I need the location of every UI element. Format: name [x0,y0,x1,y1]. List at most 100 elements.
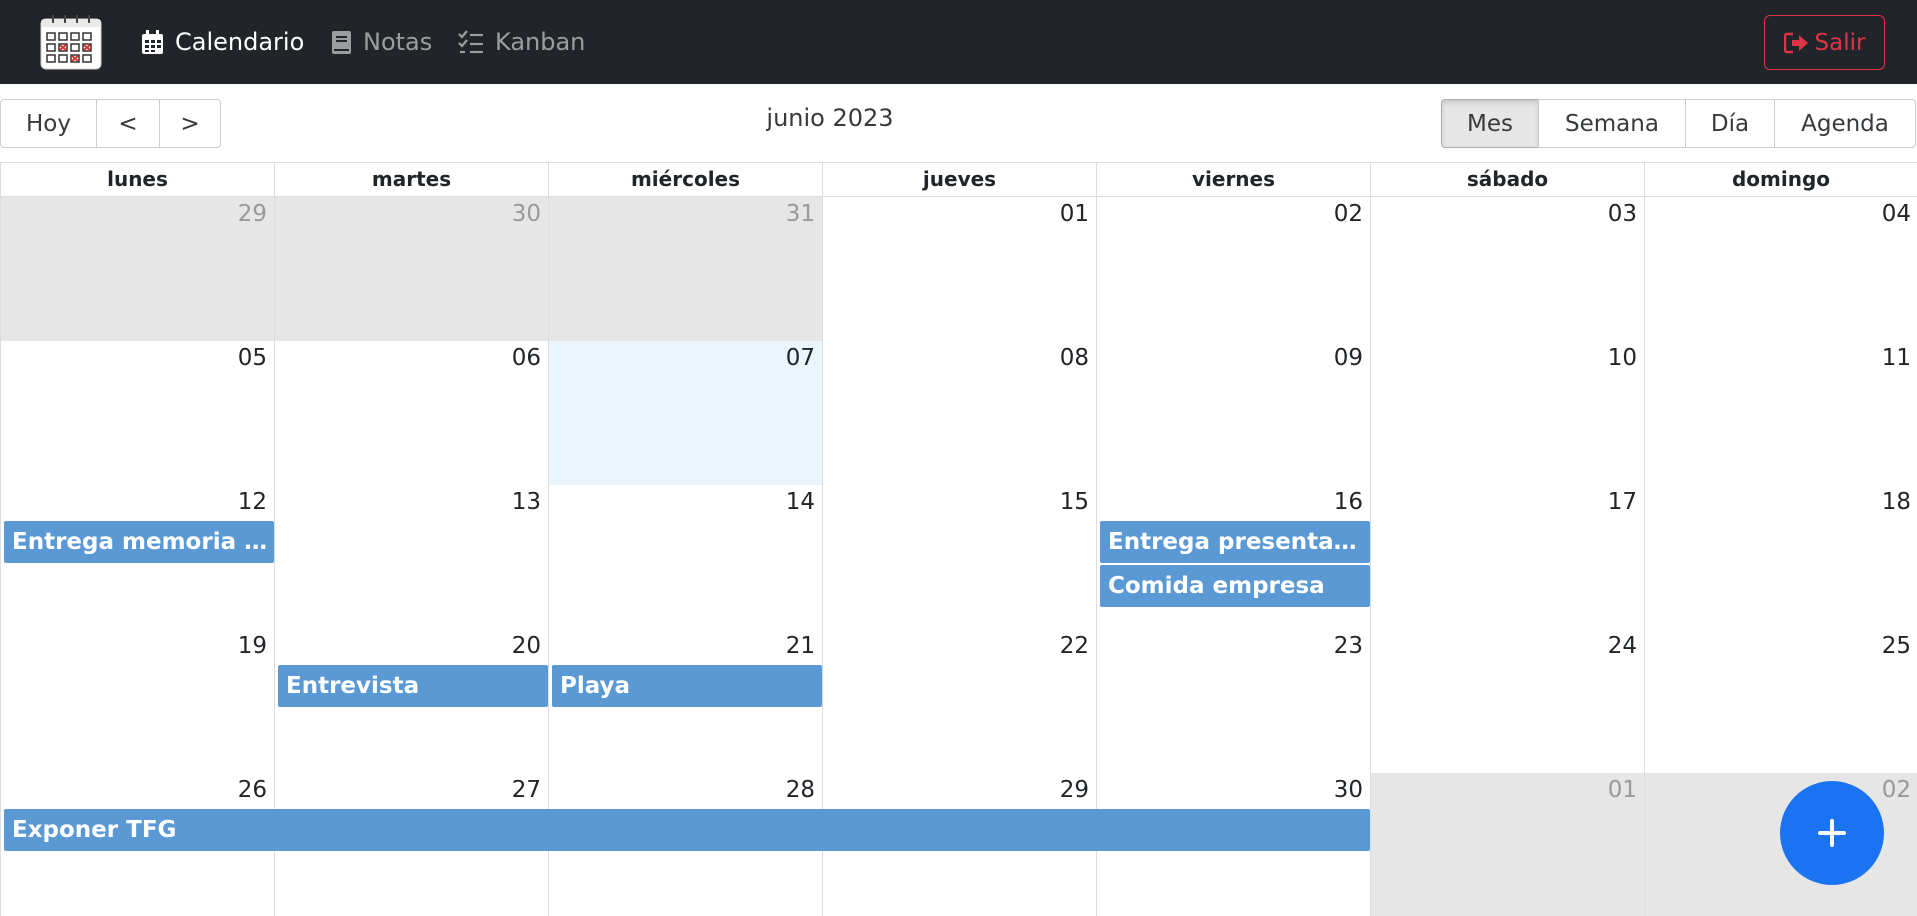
day-cell[interactable]: 14 [549,485,823,629]
day-cell[interactable]: 11 [1645,341,1917,485]
logout-button[interactable]: Salir [1764,15,1885,70]
date-number[interactable]: 08 [823,345,1093,371]
day-cell[interactable]: 04 [1645,197,1917,341]
day-cell[interactable]: 06 [275,341,549,485]
week-row: 05 06 07 08 09 10 11 [1,341,1917,485]
date-number[interactable]: 07 [549,345,819,371]
checklist-icon [458,30,483,54]
day-cell[interactable]: 01 [1371,773,1645,916]
date-number[interactable]: 30 [275,201,545,227]
week-row: 19 20 21 22 23 24 25 Entrevista Playa [1,629,1917,773]
date-number[interactable]: 22 [823,633,1093,659]
event-comida-empresa[interactable]: Comida empresa [1100,565,1370,607]
week-row: 12 13 14 15 16 17 18 Entrega memoria TFG… [1,485,1917,629]
date-number[interactable]: 14 [549,489,819,515]
previous-button[interactable]: < [96,99,160,148]
day-cell[interactable]: 10 [1371,341,1645,485]
date-number[interactable]: 24 [1371,633,1641,659]
date-number[interactable]: 06 [275,345,545,371]
date-number[interactable]: 11 [1645,345,1915,371]
date-number[interactable]: 18 [1645,489,1915,515]
event-entrevista[interactable]: Entrevista [278,665,548,707]
weekday-header: lunes martes miércoles jueves viernes sá… [1,163,1917,197]
date-number[interactable]: 02 [1097,201,1367,227]
next-button[interactable]: > [159,99,221,148]
day-cell[interactable]: 24 [1371,629,1645,773]
day-cell[interactable]: 22 [823,629,1097,773]
day-cell[interactable]: 05 [1,341,275,485]
view-agenda-button[interactable]: Agenda [1774,99,1916,148]
date-number[interactable]: 12 [1,489,271,515]
date-number[interactable]: 25 [1645,633,1915,659]
nav-link-calendario[interactable]: Calendario [141,26,304,58]
view-day-button[interactable]: Día [1685,99,1775,148]
day-cell[interactable]: 18 [1645,485,1917,629]
date-number[interactable]: 30 [1097,777,1367,803]
calendar-icon [142,29,163,54]
day-cell[interactable]: 30 [275,197,549,341]
date-number[interactable]: 29 [823,777,1093,803]
date-number[interactable]: 27 [275,777,545,803]
date-number[interactable]: 16 [1097,489,1367,515]
date-number[interactable]: 29 [1,201,271,227]
app-logo-calendar-icon[interactable] [37,13,105,71]
day-cell[interactable]: 15 [823,485,1097,629]
view-week-button[interactable]: Semana [1538,99,1686,148]
day-cell[interactable]: 25 [1645,629,1917,773]
day-cell[interactable]: 01 [823,197,1097,341]
date-number[interactable]: 19 [1,633,271,659]
weekday-header-cell: domingo [1645,163,1917,197]
weekday-header-cell: miércoles [549,163,823,197]
logout-label: Salir [1814,29,1866,56]
date-number[interactable]: 04 [1645,201,1915,227]
day-cell[interactable]: 13 [275,485,549,629]
nav-link-label: Calendario [175,28,305,56]
day-cell[interactable]: 29 [1,197,275,341]
day-cell[interactable]: 03 [1371,197,1645,341]
date-number[interactable]: 20 [275,633,545,659]
book-icon [332,30,351,54]
day-cell[interactable]: 19 [1,629,275,773]
date-number[interactable]: 23 [1097,633,1367,659]
weekday-header-cell: lunes [1,163,275,197]
date-number[interactable]: 17 [1371,489,1641,515]
view-month-button[interactable]: Mes [1441,99,1539,148]
date-number[interactable]: 26 [1,777,271,803]
weekday-header-cell: jueves [823,163,1097,197]
date-number[interactable]: 10 [1371,345,1641,371]
date-number[interactable]: 03 [1371,201,1641,227]
event-entrega-memoria[interactable]: Entrega memoria TFG [4,521,274,563]
day-cell[interactable]: 02 [1097,197,1371,341]
month-calendar: lunes martes miércoles jueves viernes sá… [0,162,1917,916]
nav-link-kanban[interactable]: Kanban [458,26,585,58]
date-number[interactable]: 21 [549,633,819,659]
week-row: 29 30 31 01 02 03 04 [1,197,1917,341]
day-cell[interactable]: 09 [1097,341,1371,485]
date-number[interactable]: 28 [549,777,819,803]
date-number[interactable]: 05 [1,345,271,371]
plus-icon [1818,819,1846,847]
weekday-header-cell: viernes [1097,163,1371,197]
event-playa[interactable]: Playa [552,665,822,707]
date-number[interactable]: 15 [823,489,1093,515]
weekday-header-cell: sábado [1371,163,1645,197]
event-entrega-presentacion[interactable]: Entrega presentación [1100,521,1370,563]
weekday-header-cell: martes [275,163,549,197]
date-number[interactable]: 13 [275,489,545,515]
day-cell[interactable]: 08 [823,341,1097,485]
nav-link-notas[interactable]: Notas [331,26,432,58]
day-cell-today[interactable]: 07 [549,341,823,485]
date-number[interactable]: 01 [1371,777,1641,803]
date-number[interactable]: 01 [823,201,1093,227]
day-cell[interactable]: 31 [549,197,823,341]
date-number[interactable]: 31 [549,201,819,227]
view-button-group: Mes Semana Día Agenda [1441,99,1916,148]
today-button[interactable]: Hoy [0,99,97,148]
date-number[interactable]: 09 [1097,345,1367,371]
nav-link-label: Kanban [495,28,586,56]
date-number[interactable]: 02 [1645,777,1915,803]
add-event-button[interactable] [1780,781,1884,885]
day-cell[interactable]: 23 [1097,629,1371,773]
event-exponer-tfg[interactable]: Exponer TFG [4,809,1370,851]
day-cell[interactable]: 17 [1371,485,1645,629]
